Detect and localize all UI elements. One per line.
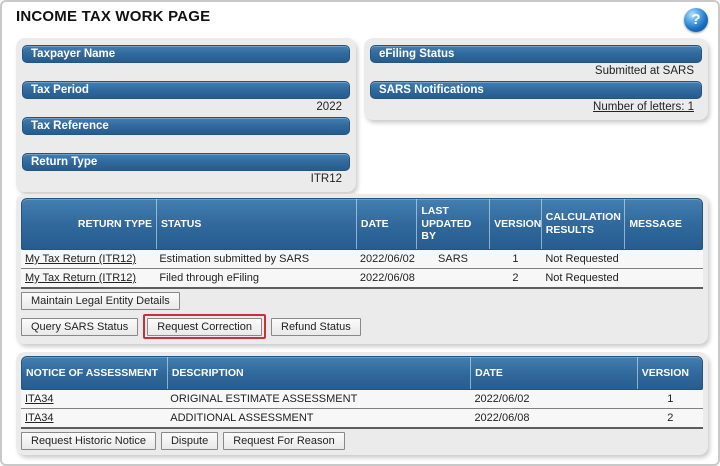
notices-section: NOTICE OF ASSESSMENT DESCRIPTION DATE VE…	[16, 352, 708, 455]
request-correction-highlight: Request Correction	[143, 314, 266, 339]
col-message: MESSAGE	[624, 199, 702, 249]
income-tax-work-page: INCOME TAX WORK PAGE ? Taxpayer Name Tax…	[0, 0, 720, 466]
cell-status: Estimation submitted by SARS	[155, 250, 356, 268]
taxpayer-name-label-bar: Taxpayer Name	[22, 45, 350, 63]
tax-reference-value	[22, 135, 350, 151]
cell-version: 2	[490, 269, 542, 287]
return-link[interactable]: My Tax Return (ITR12)	[25, 253, 136, 265]
col-description: DESCRIPTION	[167, 357, 470, 389]
maintain-legal-entity-details-button[interactable]: Maintain Legal Entity Details	[21, 292, 180, 310]
col-status: STATUS	[156, 199, 356, 249]
tax-period-label-bar: Tax Period	[22, 81, 350, 99]
cell-version: 2	[638, 409, 703, 427]
cell-date: 2022/06/02	[470, 390, 637, 408]
table-row: My Tax Return (ITR12) Estimation submitt…	[21, 250, 703, 269]
table-row: ITA34 ADDITIONAL ASSESSMENT 2022/06/08 2	[21, 409, 703, 429]
cell-calculation-results: Not Requested	[541, 250, 625, 268]
cell-date: 2022/06/02	[356, 250, 417, 268]
cell-message	[625, 257, 703, 261]
col-notice-of-assessment: NOTICE OF ASSESSMENT	[22, 357, 167, 389]
page-title: INCOME TAX WORK PAGE	[16, 8, 210, 25]
notices-table-header: NOTICE OF ASSESSMENT DESCRIPTION DATE VE…	[21, 356, 703, 390]
col-date: DATE	[356, 199, 417, 249]
query-sars-status-button[interactable]: Query SARS Status	[21, 318, 138, 336]
number-of-letters-link[interactable]: Number of letters: 1	[593, 101, 694, 113]
returns-section: RETURN TYPE STATUS DATE LAST UPDATED BY …	[16, 194, 708, 344]
return-link[interactable]: My Tax Return (ITR12)	[25, 272, 136, 284]
cell-version: 1	[490, 250, 542, 268]
cell-description: ORIGINAL ESTIMATE ASSESSMENT	[166, 390, 470, 408]
sars-notifications-label-bar: SARS Notifications	[370, 81, 702, 99]
return-type-label-bar: Return Type	[22, 153, 350, 171]
tax-period-value: 2022	[22, 99, 350, 115]
dispute-button[interactable]: Dispute	[161, 432, 218, 450]
request-correction-button[interactable]: Request Correction	[147, 318, 262, 336]
table-row: My Tax Return (ITR12) Filed through eFil…	[21, 269, 703, 289]
status-panel: eFiling Status Submitted at SARS SARS No…	[364, 38, 708, 120]
col-version: VERSION	[489, 199, 541, 249]
cell-last-updated-by: SARS	[417, 250, 490, 268]
request-for-reason-button[interactable]: Request For Reason	[223, 432, 345, 450]
cell-date: 2022/06/08	[356, 269, 417, 287]
return-type-value: ITR12	[22, 171, 350, 187]
efiling-status-label-bar: eFiling Status	[370, 45, 702, 63]
col-date: DATE	[470, 357, 637, 389]
col-version: VERSION	[637, 357, 702, 389]
notice-link[interactable]: ITA34	[25, 393, 54, 405]
taxpayer-panel: Taxpayer Name Tax Period 2022 Tax Refere…	[16, 38, 356, 192]
cell-status: Filed through eFiling	[155, 269, 356, 287]
cell-calculation-results: Not Requested	[541, 269, 625, 287]
cell-version: 1	[638, 390, 703, 408]
returns-table-header: RETURN TYPE STATUS DATE LAST UPDATED BY …	[21, 198, 703, 250]
col-return-type: RETURN TYPE	[22, 199, 156, 249]
efiling-status-value: Submitted at SARS	[370, 63, 702, 79]
cell-message	[625, 276, 703, 280]
cell-description: ADDITIONAL ASSESSMENT	[166, 409, 470, 427]
cell-last-updated-by	[417, 276, 490, 280]
request-historic-notice-button[interactable]: Request Historic Notice	[21, 432, 156, 450]
cell-date: 2022/06/08	[470, 409, 637, 427]
taxpayer-name-value	[22, 63, 350, 79]
refund-status-button[interactable]: Refund Status	[271, 318, 361, 336]
help-icon[interactable]: ?	[684, 8, 708, 32]
notice-link[interactable]: ITA34	[25, 412, 54, 424]
col-calculation-results: CALCULATION RESULTS	[541, 199, 625, 249]
col-last-updated-by: LAST UPDATED BY	[416, 199, 489, 249]
tax-reference-label-bar: Tax Reference	[22, 117, 350, 135]
table-row: ITA34 ORIGINAL ESTIMATE ASSESSMENT 2022/…	[21, 390, 703, 409]
